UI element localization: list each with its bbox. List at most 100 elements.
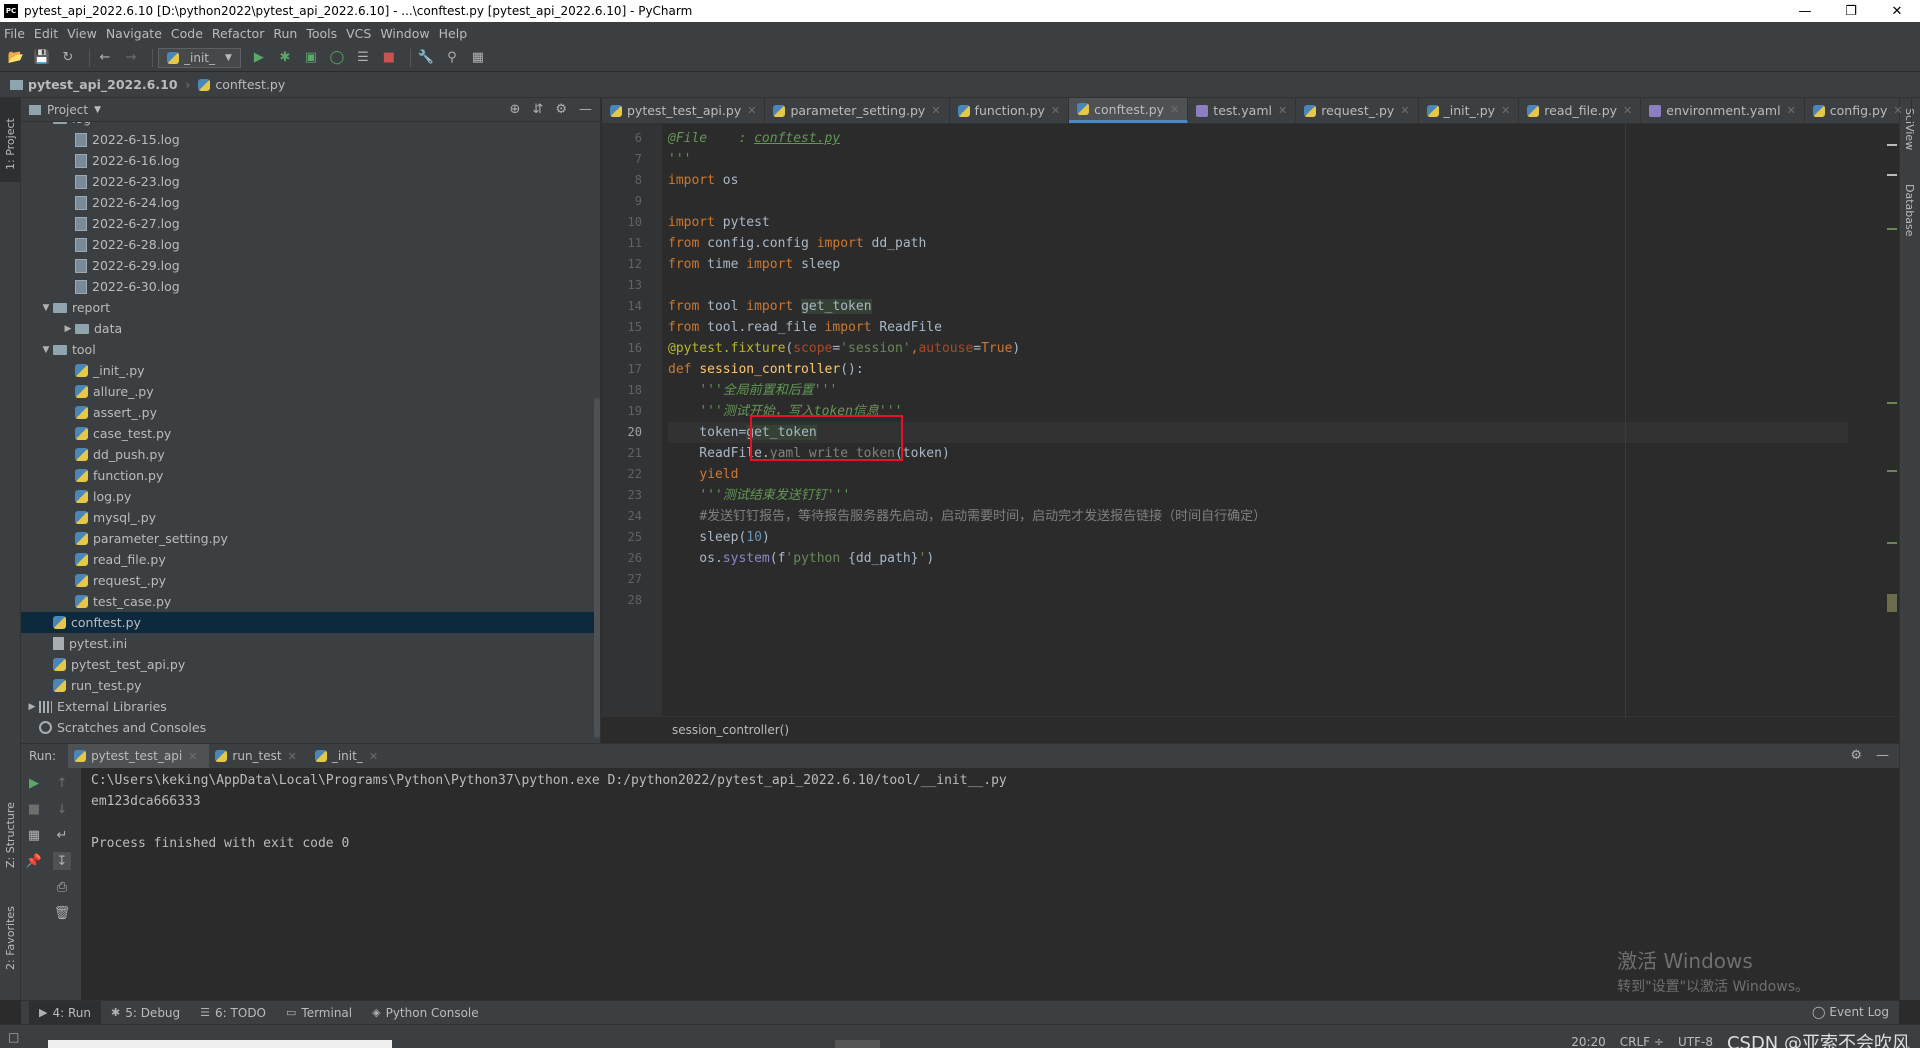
editor-tab[interactable]: conftest.py ✕ bbox=[1069, 98, 1189, 123]
sync-icon[interactable]: ↻ bbox=[58, 48, 78, 68]
tree-item[interactable]: test_case.py bbox=[21, 591, 596, 612]
close-icon[interactable]: ✕ bbox=[1501, 104, 1510, 117]
line-separator[interactable]: CRLF ÷ bbox=[1620, 1035, 1664, 1048]
close-icon[interactable]: ✕ bbox=[288, 750, 297, 763]
terminal-tool-button[interactable]: ▭ Terminal bbox=[276, 1001, 362, 1025]
editor-tab[interactable]: pytest_test_api.py ✕ bbox=[602, 98, 766, 123]
tree-item[interactable]: 2022-6-29.log bbox=[21, 255, 596, 276]
hide-icon[interactable]: — bbox=[1876, 748, 1889, 763]
trash-icon[interactable]: 🗑 bbox=[53, 904, 71, 922]
collapse-arrow-icon[interactable]: ▶ bbox=[25, 702, 39, 712]
menu-item[interactable]: VCS bbox=[346, 26, 371, 41]
stop-icon[interactable]: ■ bbox=[379, 48, 399, 68]
tree-item[interactable]: case_test.py bbox=[21, 423, 596, 444]
collapse-arrow-icon[interactable]: ▶ bbox=[61, 324, 75, 334]
soft-wrap-icon[interactable]: ↵ bbox=[53, 826, 71, 844]
menu-item[interactable]: Run bbox=[273, 26, 297, 41]
editor-tab[interactable]: request_.py ✕ bbox=[1296, 98, 1419, 123]
tree-item[interactable]: 2022-6-23.log bbox=[21, 171, 596, 192]
close-icon[interactable]: ✕ bbox=[1278, 104, 1287, 117]
menu-item[interactable]: Navigate bbox=[106, 26, 162, 41]
project-view-selector[interactable]: Project bbox=[47, 103, 88, 117]
collapse-all-icon[interactable]: ⇵ bbox=[532, 102, 543, 117]
menu-item[interactable]: Code bbox=[171, 26, 203, 41]
structure-tool-label[interactable]: Z: Structure bbox=[4, 802, 17, 868]
menu-item[interactable]: Window bbox=[380, 26, 429, 41]
maximize-icon[interactable]: ❐ bbox=[1828, 0, 1874, 22]
debug-tool-button[interactable]: ✱ 5: Debug bbox=[101, 1001, 190, 1025]
todo-tool-button[interactable]: ☰ 6: TODO bbox=[190, 1001, 276, 1025]
close-icon[interactable]: ✕ bbox=[1874, 0, 1920, 22]
tree-item[interactable]: parameter_setting.py bbox=[21, 528, 596, 549]
editor-tab[interactable]: _init_.py ✕ bbox=[1419, 98, 1520, 123]
open-icon[interactable]: 📂 bbox=[6, 48, 26, 68]
tree-item[interactable]: conftest.py bbox=[21, 612, 596, 633]
tree-item[interactable]: mysql_.py bbox=[21, 507, 596, 528]
menu-item[interactable]: File bbox=[4, 26, 25, 41]
expand-arrow-icon[interactable]: ▼ bbox=[39, 122, 53, 124]
expand-arrow-icon[interactable]: ▼ bbox=[39, 345, 53, 355]
tree-item[interactable]: allure_.py bbox=[21, 381, 596, 402]
scroll-thumb[interactable] bbox=[1887, 594, 1897, 612]
stop-icon[interactable]: ■ bbox=[25, 800, 43, 818]
vcs-icon[interactable]: ▦ bbox=[468, 48, 488, 68]
close-icon[interactable]: ✕ bbox=[1787, 104, 1796, 117]
menu-item[interactable]: View bbox=[67, 26, 97, 41]
print-icon[interactable]: ⎙ bbox=[53, 878, 71, 896]
menu-item[interactable]: Help bbox=[439, 26, 468, 41]
tree-item[interactable]: 2022-6-28.log bbox=[21, 234, 596, 255]
save-icon[interactable]: 💾 bbox=[32, 48, 52, 68]
hide-icon[interactable]: — bbox=[579, 102, 592, 117]
menu-item[interactable]: Tools bbox=[306, 26, 337, 41]
tree-item[interactable]: dd_push.py bbox=[21, 444, 596, 465]
concurrency-icon[interactable]: ☰ bbox=[353, 48, 373, 68]
error-marker-strip[interactable] bbox=[1885, 124, 1897, 716]
coverage-icon[interactable]: ▣ bbox=[301, 48, 321, 68]
close-icon[interactable]: ✕ bbox=[188, 750, 197, 763]
tree-item[interactable]: ▶ External Libraries bbox=[21, 696, 596, 717]
tree-item[interactable]: run_test.py bbox=[21, 675, 596, 696]
run-tab[interactable]: pytest_test_api ✕ bbox=[68, 744, 210, 768]
event-log-button[interactable]: ◯ Event Log bbox=[1812, 1005, 1889, 1019]
tree-item[interactable]: ▼ tool bbox=[21, 339, 596, 360]
pin-icon[interactable]: 📌 bbox=[25, 852, 43, 870]
debug-icon[interactable]: ✱ bbox=[275, 48, 295, 68]
down-icon[interactable]: ↓ bbox=[53, 800, 71, 818]
python-console-tool-button[interactable]: ◈ Python Console bbox=[362, 1001, 489, 1025]
tree-item[interactable]: ▼ report bbox=[21, 297, 596, 318]
run-icon[interactable]: ▶ bbox=[249, 48, 269, 68]
tree-item[interactable]: 2022-6-24.log bbox=[21, 192, 596, 213]
close-icon[interactable]: ✕ bbox=[931, 104, 940, 117]
tree-item[interactable]: assert_.py bbox=[21, 402, 596, 423]
scroll-to-end-icon[interactable]: ↧ bbox=[53, 852, 71, 870]
gear-icon[interactable]: ⚙ bbox=[1850, 748, 1862, 763]
close-icon[interactable]: ✕ bbox=[1051, 104, 1060, 117]
cursor-position[interactable]: 20:20 bbox=[1571, 1035, 1606, 1048]
rerun-icon[interactable]: ▶ bbox=[25, 774, 43, 792]
editor-tab[interactable]: read_file.py ✕ bbox=[1519, 98, 1642, 123]
tree-item[interactable]: ▼ log bbox=[21, 122, 596, 129]
close-icon[interactable]: ✕ bbox=[1400, 104, 1409, 117]
tree-item[interactable]: read_file.py bbox=[21, 549, 596, 570]
run-config-selector[interactable]: _init_ ▼ bbox=[158, 47, 241, 68]
status-toggle-icon[interactable]: □ bbox=[8, 1030, 19, 1044]
up-icon[interactable]: ↑ bbox=[53, 774, 71, 792]
tree-item[interactable]: pytest.ini bbox=[21, 633, 596, 654]
breadcrumb-project[interactable]: pytest_api_2022.6.10 bbox=[10, 77, 178, 92]
search-icon[interactable]: ⚲ bbox=[442, 48, 462, 68]
tree-item[interactable]: ▶ data bbox=[21, 318, 596, 339]
run-tool-button[interactable]: ▶ 4: Run bbox=[29, 1000, 101, 1025]
menu-item[interactable]: Refactor bbox=[212, 26, 264, 41]
close-icon[interactable]: ✕ bbox=[747, 104, 756, 117]
file-encoding[interactable]: UTF-8 bbox=[1678, 1035, 1713, 1048]
gear-icon[interactable]: ⚙ bbox=[555, 102, 567, 117]
layout-icon[interactable]: ▦ bbox=[25, 826, 43, 844]
chevron-down-icon[interactable]: ▼ bbox=[94, 105, 101, 115]
expand-arrow-icon[interactable]: ▼ bbox=[39, 303, 53, 313]
editor-tab[interactable]: function.py ✕ bbox=[950, 98, 1070, 123]
editor-tab[interactable]: test.yaml ✕ bbox=[1188, 98, 1297, 123]
tree-item[interactable]: 2022-6-15.log bbox=[21, 129, 596, 150]
tree-item[interactable]: pytest_test_api.py bbox=[21, 654, 596, 675]
close-icon[interactable]: ✕ bbox=[1893, 104, 1902, 117]
tree-item[interactable]: 2022-6-27.log bbox=[21, 213, 596, 234]
